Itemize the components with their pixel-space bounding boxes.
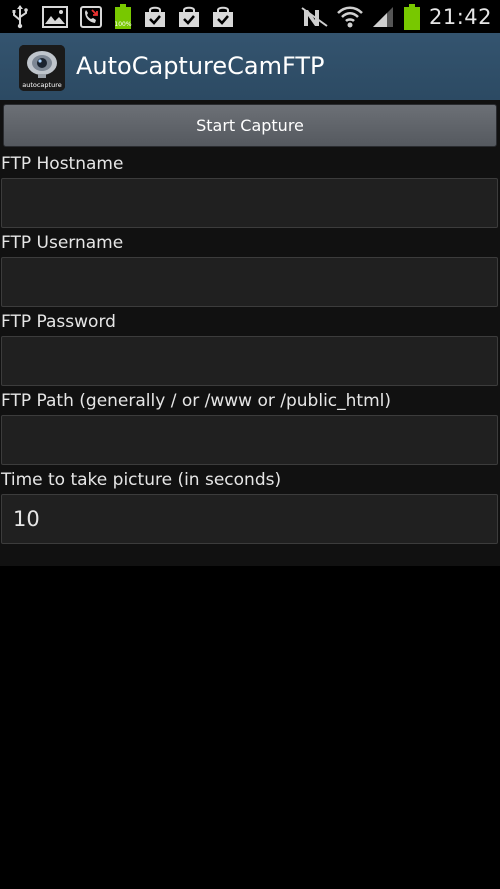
capture-interval-label: Time to take picture (in seconds) (1, 470, 282, 490)
wifi-icon (337, 6, 363, 28)
form-content: Start Capture FTP Hostname FTP Username … (0, 100, 500, 566)
signal-icon (372, 7, 393, 27)
ftp-username-input[interactable] (1, 257, 498, 307)
system-icons: 21:42 (301, 3, 492, 31)
action-bar: autocapture AutoCaptureCamFTP (0, 33, 500, 101)
ftp-hostname-label: FTP Hostname (1, 154, 124, 174)
app-title: AutoCaptureCamFTP (76, 52, 325, 80)
ftp-password-input[interactable] (1, 336, 498, 386)
capture-interval-input[interactable]: 10 (1, 494, 498, 544)
svg-text:100%: 100% (114, 21, 131, 28)
start-capture-button[interactable]: Start Capture (3, 104, 497, 147)
shopping-bag-check-icon (179, 6, 199, 27)
ftp-path-label: FTP Path (generally / or /www or /public… (1, 391, 391, 411)
battery-icon (403, 4, 420, 30)
app-screen: 100% 21:42 autocapture AutoCaptureCamFTP… (0, 0, 500, 889)
battery-full-icon: 100% (114, 4, 132, 29)
app-logo-text: autocapture (22, 81, 62, 89)
ftp-password-label: FTP Password (1, 312, 116, 332)
app-logo-icon: autocapture (19, 45, 65, 91)
status-bar: 100% 21:42 (0, 0, 500, 33)
shopping-bag-check-icon (213, 6, 233, 27)
gallery-icon (42, 6, 68, 28)
ftp-username-label: FTP Username (1, 233, 124, 253)
ftp-hostname-input[interactable] (1, 178, 498, 228)
shopping-bag-check-icon (145, 6, 165, 27)
mute-icon (301, 7, 328, 27)
notification-icons: 100% (10, 4, 234, 29)
usb-icon (12, 5, 28, 29)
status-clock: 21:42 (428, 5, 492, 29)
missed-call-icon (80, 6, 102, 28)
ftp-path-input[interactable] (1, 415, 498, 465)
